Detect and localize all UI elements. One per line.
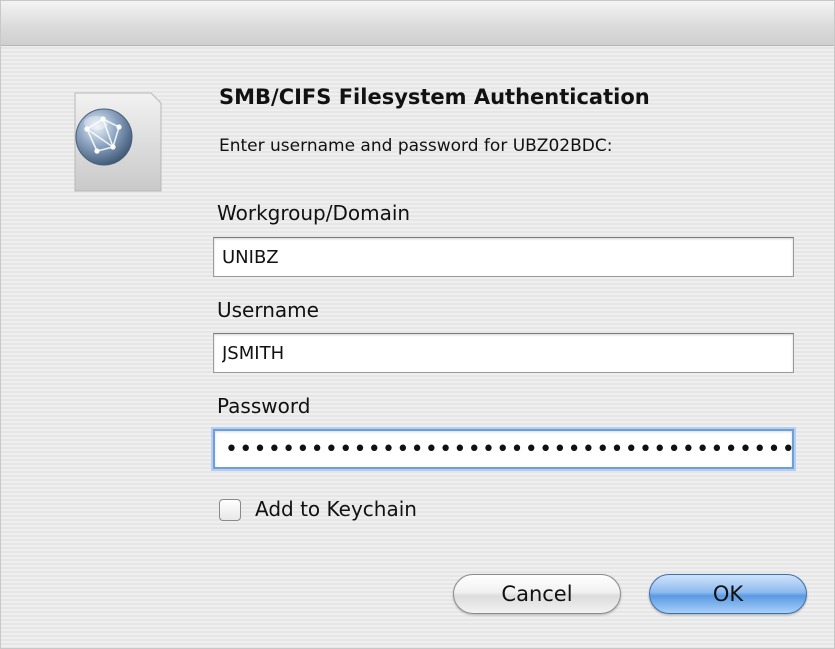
title-bar[interactable]	[1, 1, 834, 46]
username-field[interactable]	[213, 333, 794, 373]
username-label: Username	[217, 298, 319, 322]
workgroup-label: Workgroup/Domain	[217, 201, 411, 225]
password-label: Password	[217, 394, 311, 418]
auth-dialog: SMB/CIFS Filesystem Authentication Enter…	[0, 0, 835, 649]
keychain-label[interactable]: Add to Keychain	[255, 497, 417, 521]
dialog-message: Enter username and password for UBZ02BDC…	[219, 136, 613, 156]
password-field[interactable]: ••••••••••••••••••••••••••••••••••••••••	[213, 429, 797, 469]
keychain-checkbox[interactable]	[219, 499, 241, 521]
ok-button[interactable]: OK	[649, 574, 807, 614]
workgroup-field[interactable]	[213, 237, 794, 277]
dialog-title: SMB/CIFS Filesystem Authentication	[219, 85, 650, 109]
network-globe-icon	[69, 89, 167, 195]
cancel-button[interactable]: Cancel	[453, 574, 621, 614]
password-masked-value: ••••••••••••••••••••••••••••••••••••••••	[225, 437, 797, 462]
